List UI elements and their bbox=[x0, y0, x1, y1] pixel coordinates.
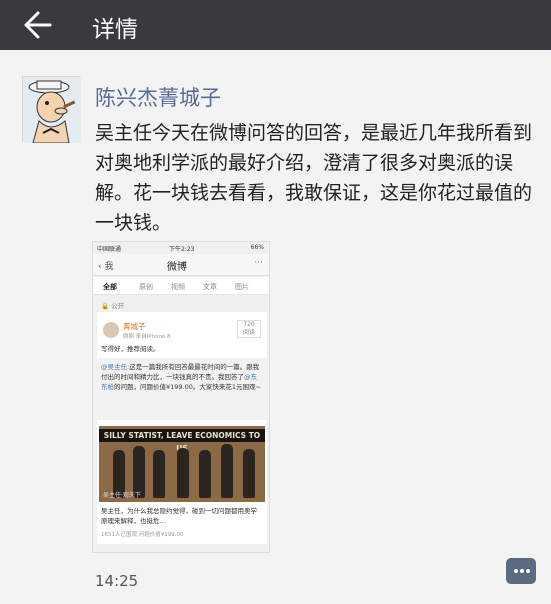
figure bbox=[221, 444, 233, 498]
page-title: 详情 bbox=[92, 17, 138, 43]
avatar[interactable] bbox=[22, 76, 81, 144]
card-author: 菁城子 bbox=[123, 322, 146, 331]
popeye-avatar bbox=[23, 77, 81, 144]
post-username[interactable]: 陈兴杰菁城子 bbox=[95, 82, 221, 112]
card-comment: 写得好，推荐阅读。 bbox=[101, 345, 160, 353]
image-watermark: 吴主任·观天下 bbox=[103, 492, 141, 499]
weibo-screenshot-image[interactable]: 中国联通 下午2:23 66% ‹ 我 微博 ··· 全部 原创 视频 文章 图… bbox=[92, 241, 270, 553]
tab-image: 图片 bbox=[235, 283, 249, 291]
answer-meta: 1651人已围观 问题价值¥199.00 bbox=[101, 532, 184, 538]
more-dots-icon[interactable] bbox=[506, 558, 536, 584]
status-time: 下午2:23 bbox=[169, 246, 195, 253]
status-bar: 中国联通 下午2:23 66% bbox=[93, 242, 269, 254]
figure bbox=[177, 448, 189, 498]
nav-more-icon: ··· bbox=[254, 258, 263, 268]
back-arrow-icon[interactable] bbox=[20, 9, 54, 41]
weibo-tabs: 全部 原创 视频 文章 图片 bbox=[93, 277, 269, 295]
battery: 66% bbox=[250, 244, 264, 251]
quote-text: @吴主任:这是一篇我所有回答最最花时间的一篇。跟我付出的时间和精力比，一块钱真的… bbox=[101, 363, 261, 391]
title-bar: 详情 bbox=[0, 0, 551, 50]
post-time: 14:25 bbox=[95, 572, 139, 590]
card-meta: 刚刚 来自iPhone 8 bbox=[123, 334, 171, 340]
card-avatar bbox=[103, 322, 119, 338]
figure bbox=[243, 449, 255, 498]
weibo-nav: ‹ 我 微博 ··· bbox=[93, 254, 269, 276]
tab-original: 原创 bbox=[139, 283, 153, 291]
nav-title: 微博 bbox=[167, 262, 187, 273]
painting-image: SILLY STATIST, LEAVE ECONOMICS TO US 吴主任… bbox=[99, 426, 265, 502]
tab-all: 全部 bbox=[103, 283, 117, 291]
nav-back: ‹ 我 bbox=[98, 262, 114, 272]
answer-text: 吴主任，为什么我总隐约觉得，碰到一切问题都用奥学原理来解释，也挺危… bbox=[101, 507, 257, 525]
carrier: 中国联通 bbox=[97, 246, 122, 253]
tab-article: 文章 bbox=[203, 283, 217, 291]
figure bbox=[199, 450, 211, 498]
post-text: 吴主任今天在微博问答的回答，是最近几年我所看到对奥地利学派的最好介绍，澄清了很多… bbox=[95, 122, 533, 234]
read-count: 720 阅读 bbox=[237, 320, 261, 338]
tab-video: 视频 bbox=[171, 283, 185, 291]
visibility-label: 🔒 公开 bbox=[101, 302, 125, 310]
figure bbox=[153, 450, 165, 498]
painting-title: SILLY STATIST, LEAVE ECONOMICS TO US bbox=[99, 429, 265, 453]
